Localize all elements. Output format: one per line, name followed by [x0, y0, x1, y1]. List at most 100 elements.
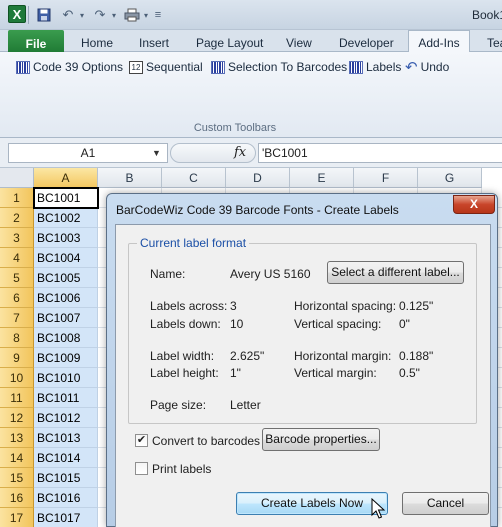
undo-dropdown-icon[interactable]: ▾	[72, 5, 92, 25]
excel-app-icon[interactable]: X	[8, 5, 26, 23]
cell-a[interactable]: BC1014	[34, 448, 98, 468]
dialog-close-button[interactable]: X	[453, 195, 495, 214]
cell-a[interactable]: BC1009	[34, 348, 98, 368]
cell-a[interactable]: BC1003	[34, 228, 98, 248]
customize-qat-icon[interactable]: ≡	[148, 5, 168, 25]
page-size-label: Page size:	[150, 398, 207, 412]
barcode-icon	[211, 60, 225, 74]
column-header-b[interactable]: B	[98, 168, 162, 188]
cell-a[interactable]: BC1004	[34, 248, 98, 268]
labels-button[interactable]: Labels	[349, 57, 401, 77]
horizontal-spacing-value: 0.125"	[399, 299, 434, 313]
row-header[interactable]: 7	[0, 308, 34, 328]
cell-a[interactable]: BC1013	[34, 428, 98, 448]
column-header-g[interactable]: G	[418, 168, 482, 188]
qat-separator	[28, 6, 29, 24]
cell-a[interactable]: BC1010	[34, 368, 98, 388]
convert-to-barcodes-label[interactable]: Convert to barcodes	[152, 434, 260, 448]
tab-developer[interactable]: Developer	[339, 33, 394, 52]
sequential-label: Sequential	[146, 60, 203, 74]
tab-add-ins[interactable]: Add-Ins	[408, 30, 470, 53]
code39-options-label: Code 39 Options	[33, 60, 124, 74]
tab-view[interactable]: View	[286, 33, 312, 52]
cell-a[interactable]: BC1005	[34, 268, 98, 288]
column-header-d[interactable]: D	[226, 168, 290, 188]
save-icon[interactable]	[34, 5, 54, 25]
sequential-button[interactable]: 12 Sequential	[129, 57, 203, 77]
code39-options-button[interactable]: Code 39 Options	[16, 57, 123, 77]
tab-insert[interactable]: Insert	[139, 33, 169, 52]
vertical-spacing-label: Vertical spacing:	[294, 317, 382, 331]
horizontal-margin-value: 0.188"	[399, 349, 434, 363]
row-header[interactable]: 9	[0, 348, 34, 368]
barcode-properties-button[interactable]: Barcode properties...	[262, 428, 380, 451]
labels-across-label: Labels across:	[150, 299, 228, 313]
label-format-group-title: Current label format	[137, 236, 250, 250]
row-header[interactable]: 11	[0, 388, 34, 408]
print-labels-checkbox[interactable]	[135, 462, 148, 475]
convert-to-barcodes-checkbox[interactable]: ✔	[135, 434, 148, 447]
labels-down-label: Labels down:	[150, 317, 221, 331]
select-different-label-button[interactable]: Select a different label...	[327, 261, 464, 284]
ribbon-tab-bar: Home Insert Page Layout View Developer A…	[0, 30, 502, 53]
sequential-icon: 12	[129, 60, 143, 74]
ribbon-group-label: Custom Toolbars	[193, 122, 277, 134]
tab-team[interactable]: Tea	[487, 33, 502, 52]
labels-label: Labels	[366, 60, 402, 74]
cell-a[interactable]: BC1012	[34, 408, 98, 428]
row-header[interactable]: 5	[0, 268, 34, 288]
row-header[interactable]: 1	[0, 188, 34, 208]
column-header-a[interactable]: A	[34, 168, 98, 188]
vertical-margin-label: Vertical margin:	[294, 366, 377, 380]
labels-across-value: 3	[230, 299, 237, 313]
row-header[interactable]: 8	[0, 328, 34, 348]
label-width-label: Label width:	[150, 349, 215, 363]
row-header[interactable]: 16	[0, 488, 34, 508]
cell-a[interactable]: BC1015	[34, 468, 98, 488]
tab-home[interactable]: Home	[81, 33, 113, 52]
row-header[interactable]: 17	[0, 508, 34, 527]
barcode-icon	[16, 60, 30, 74]
row-header[interactable]: 13	[0, 428, 34, 448]
print-labels-label[interactable]: Print labels	[152, 462, 211, 476]
row-header[interactable]: 10	[0, 368, 34, 388]
cell-a[interactable]: BC1011	[34, 388, 98, 408]
name-label: Name:	[150, 267, 186, 281]
cell-a[interactable]: BC1017	[34, 508, 98, 527]
name-box[interactable]: A1	[8, 143, 168, 163]
row-header[interactable]: 2	[0, 208, 34, 228]
selection-to-barcodes-button[interactable]: Selection To Barcodes	[211, 57, 347, 77]
row-header[interactable]: 4	[0, 248, 34, 268]
mouse-pointer-icon	[371, 498, 385, 519]
vertical-spacing-value: 0"	[399, 317, 410, 331]
cell-a[interactable]: BC1008	[34, 328, 98, 348]
create-labels-now-button[interactable]: Create Labels Now	[236, 492, 388, 515]
tab-page-layout[interactable]: Page Layout	[196, 33, 263, 52]
row-header[interactable]: 14	[0, 448, 34, 468]
cell-a[interactable]: BC1016	[34, 488, 98, 508]
row-header[interactable]: 6	[0, 288, 34, 308]
formula-input[interactable]: 'BC1001	[258, 143, 502, 163]
redo-dropdown-icon[interactable]: ▾	[104, 5, 124, 25]
row-header[interactable]: 15	[0, 468, 34, 488]
row-header[interactable]: 12	[0, 408, 34, 428]
column-header-f[interactable]: F	[354, 168, 418, 188]
column-header-c[interactable]: C	[162, 168, 226, 188]
dialog-body: Current label format Name: Avery US 5160…	[115, 224, 491, 527]
active-cell-a1[interactable]: BC1001	[33, 187, 99, 209]
cell-a[interactable]: BC1006	[34, 288, 98, 308]
select-all-corner[interactable]	[0, 168, 34, 188]
cancel-button[interactable]: Cancel	[402, 492, 489, 515]
name-box-dropdown-icon[interactable]: ▼	[152, 143, 161, 163]
cell-a[interactable]: BC1007	[34, 308, 98, 328]
label-height-label: Label height:	[150, 366, 219, 380]
column-header-e[interactable]: E	[290, 168, 354, 188]
undo-button[interactable]: ↶ Undo	[405, 57, 449, 77]
label-height-value: 1"	[230, 366, 241, 380]
cell-a[interactable]: BC1002	[34, 208, 98, 228]
vertical-margin-value: 0.5"	[399, 366, 420, 380]
selection-to-barcodes-label: Selection To Barcodes	[228, 60, 348, 74]
row-header[interactable]: 3	[0, 228, 34, 248]
tab-file[interactable]: File	[8, 30, 64, 53]
insert-function-icon[interactable]: fx	[234, 145, 246, 160]
